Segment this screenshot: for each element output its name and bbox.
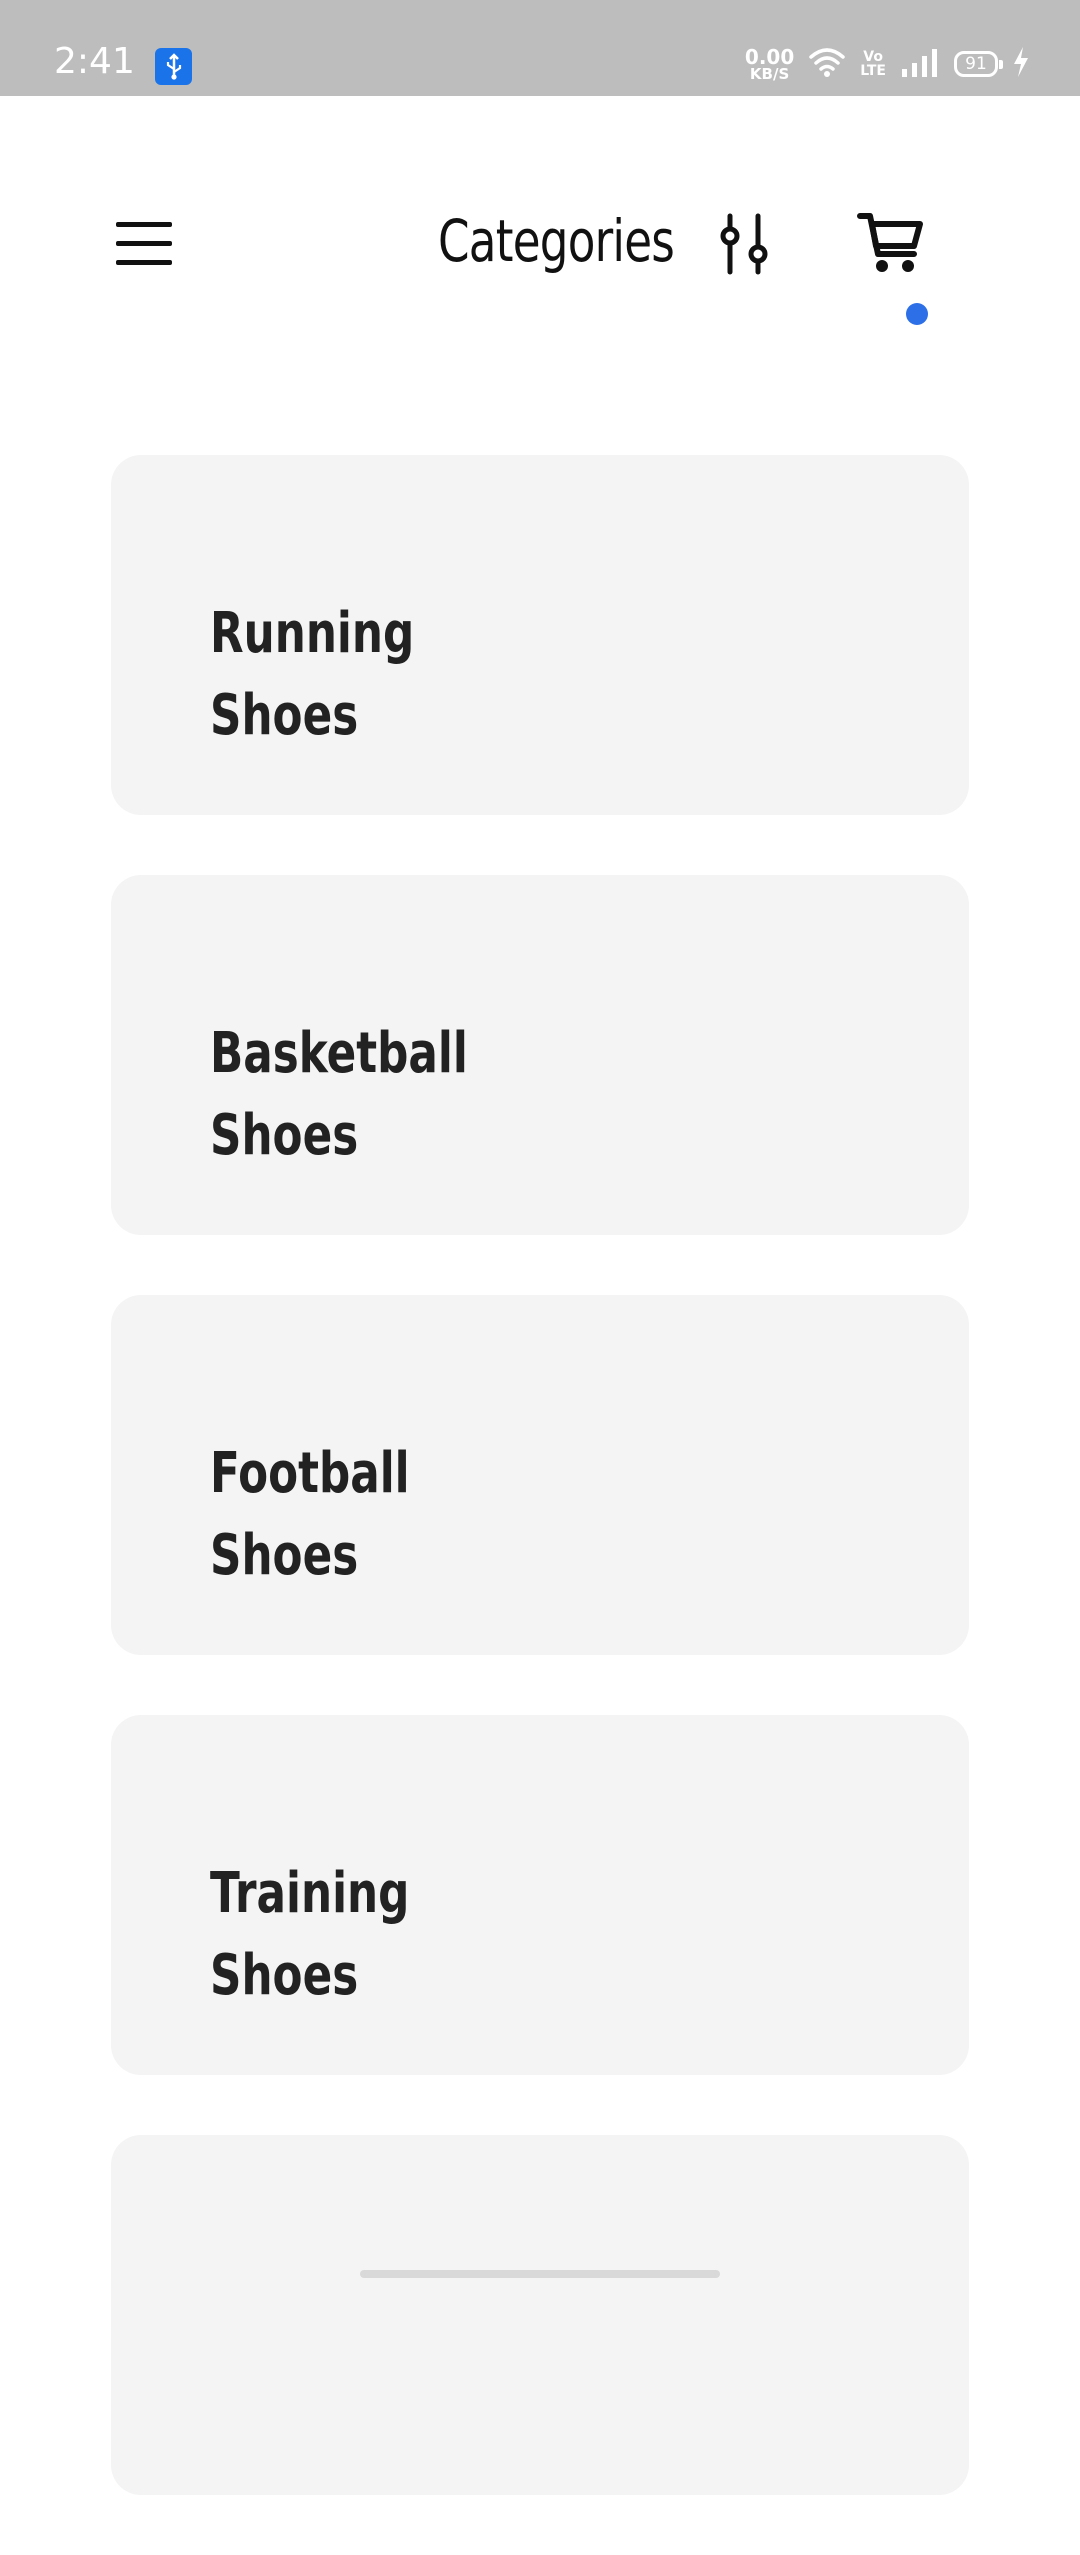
page-title: Categories (438, 207, 675, 275)
status-icons: 0.00 KB/S Vo LTE 91 (745, 44, 1030, 84)
volte-line1: Vo (863, 49, 883, 65)
shopping-cart-icon[interactable] (856, 206, 928, 278)
battery-indicator: 91 (954, 51, 1003, 77)
home-indicator[interactable] (360, 2270, 720, 2278)
battery-level: 91 (965, 54, 987, 74)
category-label: Running Shoes (210, 601, 415, 748)
category-label: Basketball Shoes (210, 1021, 468, 1168)
category-label: Football Shoes (210, 1441, 410, 1588)
network-speed: 0.00 KB/S (745, 47, 794, 82)
category-card-partial[interactable] (111, 2135, 969, 2495)
volte-indicator: Vo LTE (860, 50, 886, 78)
category-card-running-shoes[interactable]: Running Shoes (111, 455, 969, 815)
usb-icon (155, 48, 192, 85)
filter-sliders-icon[interactable] (716, 212, 772, 276)
category-label: Training Shoes (210, 1861, 410, 2008)
charging-bolt-icon (1012, 46, 1030, 83)
cart-badge (906, 303, 928, 325)
wifi-icon (808, 46, 846, 83)
hamburger-menu-icon[interactable] (116, 222, 172, 266)
category-card-basketball-shoes[interactable]: Basketball Shoes (111, 875, 969, 1235)
status-time: 2:41 (54, 41, 135, 82)
category-card-training-shoes[interactable]: Training Shoes (111, 1715, 969, 2075)
category-list: Running Shoes Basketball Shoes Football … (111, 455, 969, 2555)
category-card-football-shoes[interactable]: Football Shoes (111, 1295, 969, 1655)
volte-line2: LTE (860, 63, 886, 79)
network-speed-unit: KB/S (749, 64, 790, 83)
app-header: Categories (0, 96, 1080, 396)
status-bar: 2:41 0.00 KB/S Vo LTE 91 (0, 0, 1080, 96)
signal-icon (900, 47, 940, 82)
network-speed-value: 0.00 (744, 44, 795, 69)
